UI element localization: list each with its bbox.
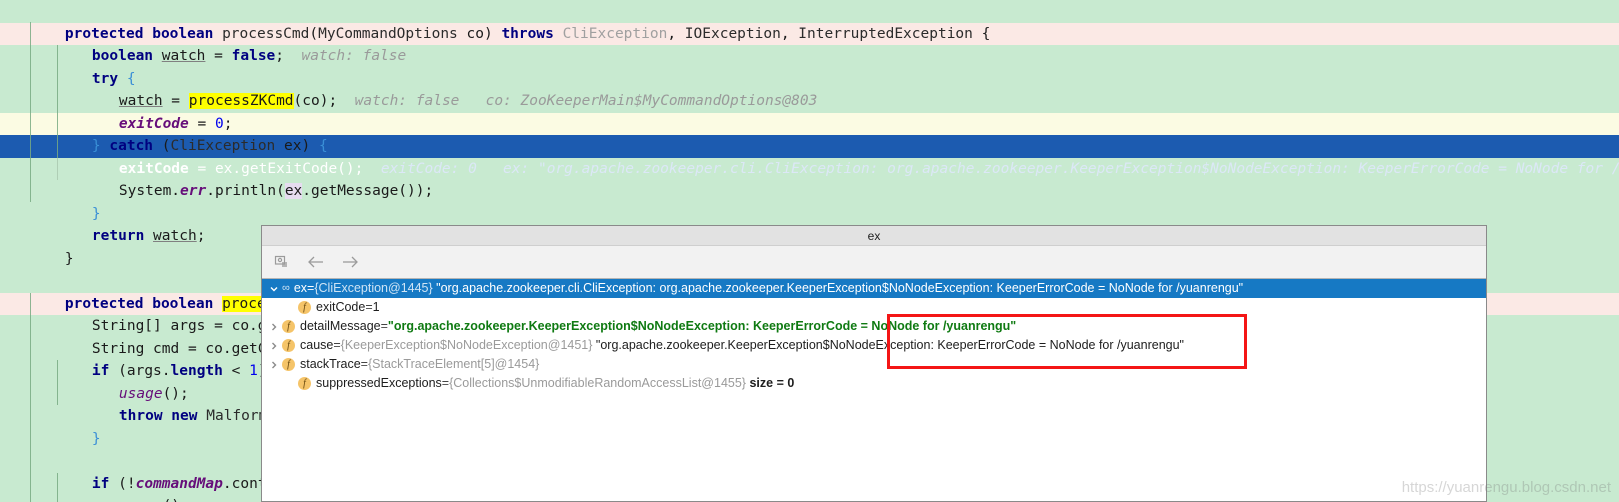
code-text: exitCode = 0; bbox=[118, 115, 233, 132]
tree-row-detailmessage[interactable]: f detailMessage = "org.apache.zookeeper.… bbox=[262, 317, 1486, 336]
field-badge-icon: f bbox=[298, 301, 311, 314]
tree-row-cause[interactable]: f cause = {KeeperException$NoNodeExcepti… bbox=[262, 336, 1486, 355]
equals-sign: = bbox=[365, 300, 373, 314]
code-text: protected boolean processCmd(MyCommandOp… bbox=[64, 25, 991, 42]
code-text: usage(); bbox=[118, 385, 189, 402]
popup-titlebar[interactable]: ex bbox=[262, 226, 1486, 246]
chevron-right-icon[interactable] bbox=[266, 322, 282, 332]
code-text: } bbox=[64, 250, 74, 267]
tree-row-suppressedexceptions[interactable]: f suppressedExceptions = {Collections$Un… bbox=[262, 374, 1486, 393]
variable-name: cause bbox=[300, 338, 334, 352]
code-text: } bbox=[91, 430, 101, 447]
equals-sign: = bbox=[360, 357, 368, 371]
code-text: exitCode = ex.getExitCode(); bbox=[118, 160, 381, 177]
variable-value: "org.apache.zookeeper.cli.CliException: … bbox=[436, 281, 1244, 295]
code-text: if (args.length < 1) { bbox=[91, 363, 284, 379]
code-text: watch = processZKCmd(co); bbox=[118, 93, 355, 109]
chevron-right-icon[interactable] bbox=[266, 341, 282, 351]
variable-ref: {Collections$UnmodifiableRandomAccessLis… bbox=[449, 376, 746, 390]
code-line[interactable]: } catch (CliException ex) { ex: "org.apa… bbox=[0, 112, 1619, 154]
variable-value: "org.apache.zookeeper.KeeperException$No… bbox=[387, 319, 1017, 333]
copy-value-icon[interactable] bbox=[272, 252, 292, 272]
code-line[interactable]: watch = processZKCmd(co); watch: false c… bbox=[0, 68, 1619, 109]
field-badge-icon: f bbox=[298, 377, 311, 390]
field-badge-icon: f bbox=[282, 358, 295, 371]
variable-name: detailMessage bbox=[300, 319, 381, 333]
variable-ref: {KeeperException$NoNodeException@1451} bbox=[340, 338, 593, 352]
variable-ref: {CliException@1445} bbox=[314, 281, 433, 295]
variable-ref: {StackTraceElement[5]@1454} bbox=[367, 357, 540, 371]
chevron-down-icon[interactable] bbox=[266, 284, 282, 294]
field-badge-icon: f bbox=[282, 320, 295, 333]
code-text: usage(); bbox=[35, 495, 189, 502]
equals-sign: = bbox=[380, 319, 388, 333]
tree-row-root[interactable]: ∞ ex = {CliException@1445} "org.apache.z… bbox=[262, 279, 1486, 298]
popup-toolbar[interactable] bbox=[262, 246, 1486, 279]
popup-title: ex bbox=[867, 228, 881, 243]
code-line[interactable]: protected boolean processCmd(MyCommandOp… bbox=[0, 0, 1619, 42]
tree-row-exitcode[interactable]: f exitCode = 1 bbox=[262, 298, 1486, 317]
variable-value: size = 0 bbox=[749, 376, 795, 390]
code-text: } catch (CliException ex) { bbox=[91, 138, 328, 154]
forward-arrow-icon[interactable] bbox=[340, 252, 360, 272]
code-text: } bbox=[91, 205, 101, 222]
equals-sign: = bbox=[307, 281, 315, 295]
field-badge-icon: f bbox=[282, 339, 295, 352]
variable-value: "org.apache.zookeeper.KeeperException$No… bbox=[595, 338, 1184, 352]
variables-tree[interactable]: ∞ ex = {CliException@1445} "org.apache.z… bbox=[262, 279, 1486, 393]
variable-name: exitCode bbox=[316, 300, 366, 314]
variable-value: 1 bbox=[372, 300, 380, 314]
tree-row-stacktrace[interactable]: f stackTrace = {StackTraceElement[5]@145… bbox=[262, 355, 1486, 374]
equals-sign: = bbox=[333, 338, 341, 352]
code-text: boolean watch = false; bbox=[91, 48, 302, 64]
chevron-right-icon[interactable] bbox=[266, 360, 282, 370]
code-text: System.err.println(ex.getMessage()); bbox=[118, 183, 434, 199]
watermark: https://yuanrengu.blog.csdn.net bbox=[1401, 479, 1611, 496]
object-badge-icon: ∞ bbox=[282, 282, 290, 294]
variable-name: suppressedExceptions bbox=[316, 376, 442, 390]
equals-sign: = bbox=[441, 376, 450, 390]
variable-inspect-popup[interactable]: ex ∞ ex = {CliException@1445} "org.apach… bbox=[261, 225, 1487, 502]
back-arrow-icon[interactable] bbox=[306, 252, 326, 272]
code-text: return watch; bbox=[91, 228, 206, 244]
code-text: try { bbox=[91, 70, 136, 87]
variable-name: stackTrace bbox=[300, 357, 361, 371]
variable-name: ex bbox=[293, 281, 308, 295]
highlighted-symbol: processZKCmd bbox=[188, 93, 294, 109]
code-line[interactable]: return watch; bbox=[0, 203, 1619, 244]
